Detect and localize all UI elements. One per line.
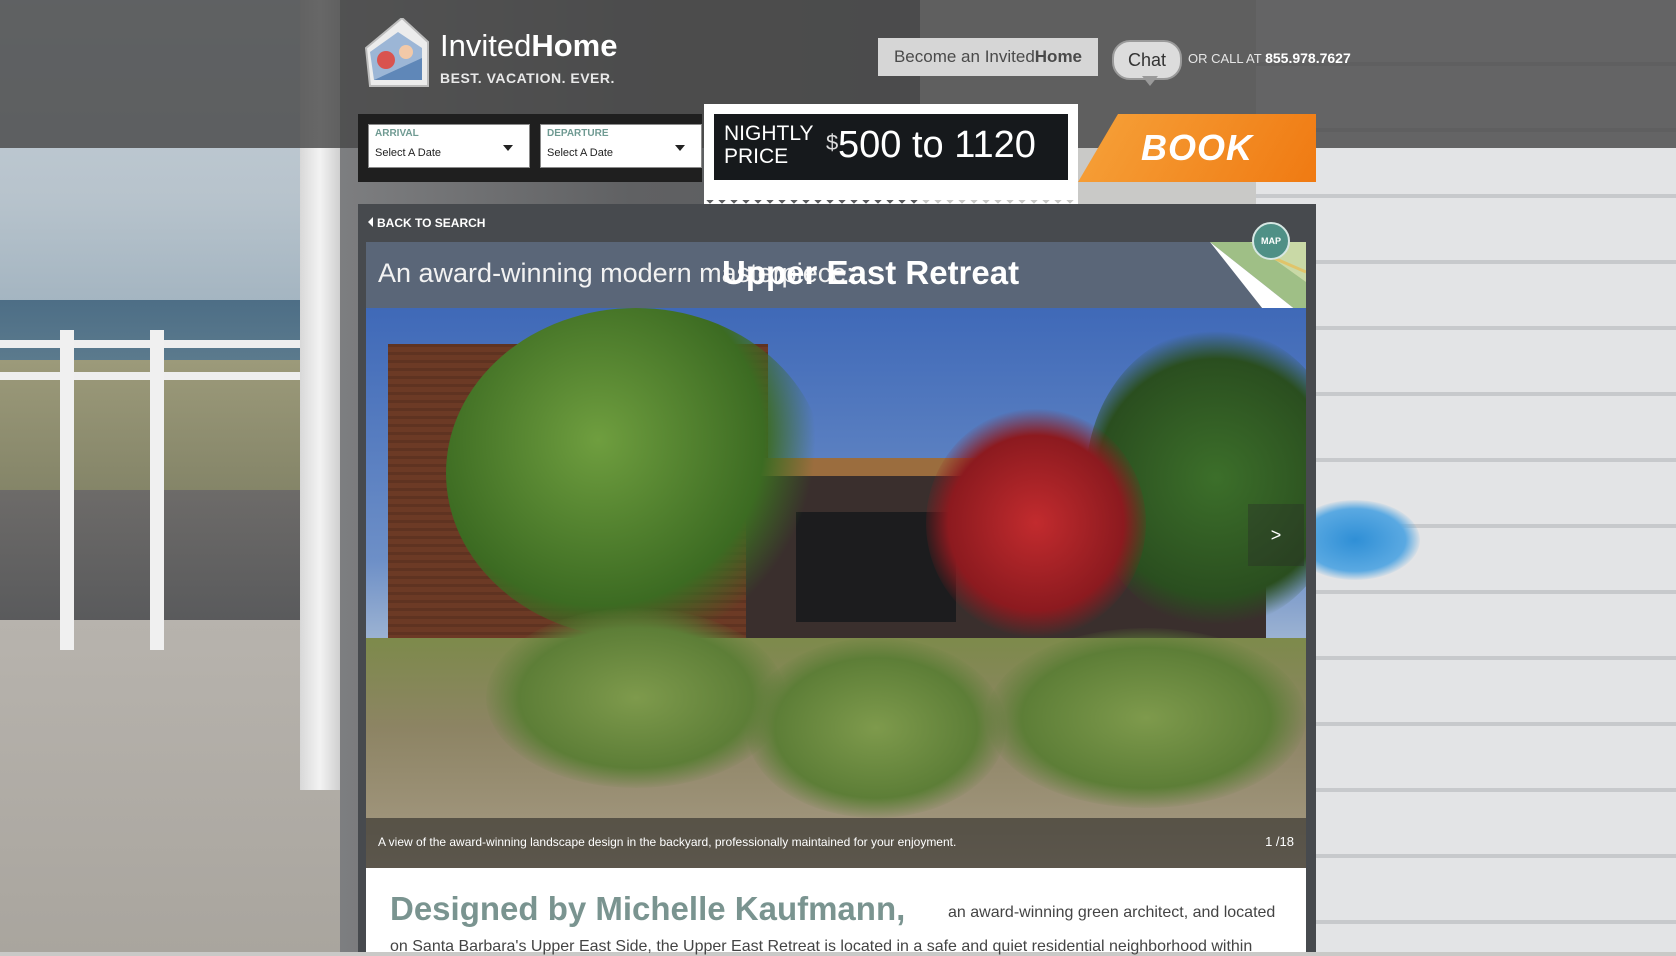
chevron-left-icon [368, 217, 373, 227]
back-to-search-link[interactable]: BACK TO SEARCH [368, 216, 485, 230]
chat-button[interactable]: Chat [1112, 40, 1182, 80]
price-range: 500 to 1120 [838, 124, 1036, 166]
photo-grass [486, 608, 786, 788]
description-line2: on Santa Barbara's Upper East Side, the … [390, 938, 1253, 955]
price-currency: $ [826, 130, 839, 155]
call-info: OR CALL AT 855.978.7627 [1188, 50, 1351, 66]
price-panel: NIGHTLY PRICE $ 500 to 1120 [714, 114, 1068, 180]
price-label-line2: PRICE [724, 145, 789, 168]
arrival-value: Select A Date [375, 147, 442, 159]
logo-tagline: BEST. VACATION. EVER. [440, 70, 615, 86]
departure-value: Select A Date [547, 147, 614, 159]
photo-caption-bar: A view of the award-winning landscape de… [366, 818, 1306, 868]
invitedhome-logo[interactable]: InvitedHome BEST. VACATION. EVER. [362, 18, 632, 90]
chevron-down-icon [503, 145, 513, 151]
price-label-line1: NIGHTLY [724, 122, 814, 145]
listing-panel: BACK TO SEARCH An award-winning modern m… [358, 204, 1316, 955]
bg-rail [0, 340, 330, 348]
departure-label: DEPARTURE [547, 128, 609, 139]
photo-grass [986, 628, 1306, 808]
date-selector-bar: ARRIVAL Select A Date DEPARTURE Select A… [358, 114, 702, 182]
bg-rail [0, 372, 330, 380]
bg-post [60, 330, 74, 650]
arrival-select[interactable]: ARRIVAL Select A Date [368, 124, 530, 168]
back-to-search-label: BACK TO SEARCH [377, 216, 486, 230]
listing-description: Designed by Michelle Kaufmann, an award-… [366, 868, 1306, 955]
logo-wordmark: InvitedHome [440, 30, 617, 61]
house-logo-icon [364, 18, 429, 87]
photo-counter: 1 /18 [1265, 834, 1294, 849]
arrival-label: ARRIVAL [375, 128, 419, 139]
photo-carousel[interactable]: > A view of the award-winning landscape … [366, 308, 1306, 868]
become-bold: Home [1034, 47, 1083, 66]
photo-grass [746, 638, 1006, 818]
photo-caption: A view of the award-winning landscape de… [378, 835, 957, 849]
become-prefix: Become an Invited [893, 47, 1035, 66]
designer-heading: Designed by Michelle Kaufmann, [390, 890, 906, 927]
bg-post [150, 330, 164, 650]
phone-number[interactable]: 855.978.7627 [1265, 50, 1351, 66]
nightly-price-card: NIGHTLY PRICE $ 500 to 1120 [704, 104, 1078, 208]
logo-wordmark-light: Invited [440, 28, 532, 63]
price-label: NIGHTLY PRICE [724, 122, 813, 168]
photo-red-maple [926, 408, 1146, 638]
listing-title-bar: An award-winning modern masterpiece: Upp… [366, 242, 1306, 308]
book-button[interactable]: BOOK [1078, 114, 1316, 182]
chat-bubble-tail-icon [1142, 76, 1158, 86]
description-text: an award-winning green architect, and lo… [948, 904, 1276, 921]
next-photo-button[interactable]: > [1248, 504, 1304, 566]
chevron-down-icon [675, 145, 685, 151]
become-an-invitedhome-button[interactable]: Become an InvitedHome [878, 38, 1098, 76]
map-pin-button[interactable]: MAP [1252, 222, 1290, 260]
photo-tree-left [446, 308, 826, 638]
listing-title-name: Upper East Retreat [722, 254, 1020, 291]
logo-wordmark-bold: Home [531, 28, 618, 63]
departure-select[interactable]: DEPARTURE Select A Date [540, 124, 702, 168]
call-prefix: OR CALL AT [1188, 51, 1262, 66]
